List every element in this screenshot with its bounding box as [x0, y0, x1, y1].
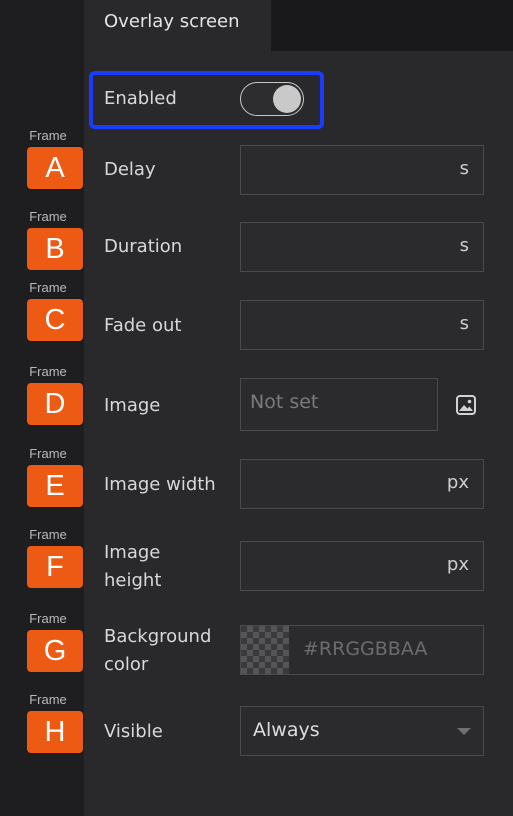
- duration-unit: s: [459, 235, 469, 256]
- frame-caption: Frame: [29, 364, 67, 379]
- image-height-input[interactable]: px: [240, 541, 484, 591]
- background-color-input[interactable]: #RRGGBBAA: [240, 625, 484, 675]
- frame-caption: Frame: [29, 209, 67, 224]
- image-width-label: Image width: [104, 474, 216, 495]
- image-height-unit: px: [446, 554, 469, 575]
- frame-tag-c: Frame C: [27, 280, 83, 342]
- frame-tag-g: Frame G: [27, 611, 83, 673]
- frame-tag-a: Frame A: [27, 128, 83, 190]
- visible-select[interactable]: Always: [240, 706, 484, 756]
- visible-selected-value: Always: [253, 719, 320, 741]
- frame-letter: B: [27, 228, 83, 270]
- image-width-unit: px: [446, 472, 469, 493]
- image-placeholder: Not set: [250, 391, 319, 413]
- frame-letter: C: [27, 299, 83, 341]
- fade-out-unit: s: [459, 313, 469, 334]
- frame-letter: G: [27, 630, 83, 672]
- frame-caption: Frame: [29, 280, 67, 295]
- visible-label: Visible: [104, 721, 163, 742]
- color-placeholder: #RRGGBBAA: [303, 638, 428, 660]
- frame-tag-f: Frame F: [27, 527, 83, 589]
- chevron-down-icon: [457, 728, 471, 735]
- frame-tag-d: Frame D: [27, 364, 83, 426]
- frame-caption: Frame: [29, 527, 67, 542]
- tab-overlay-screen[interactable]: Overlay screen: [84, 0, 271, 51]
- enabled-toggle[interactable]: [240, 82, 304, 116]
- overlay-properties-panel: Enabled Delay s Duration s Fade out s Im…: [84, 51, 513, 816]
- frame-caption: Frame: [29, 692, 67, 707]
- frame-letter: E: [27, 465, 83, 507]
- frame-caption: Frame: [29, 611, 67, 626]
- frame-letter: A: [27, 147, 83, 189]
- image-height-label-line1: Image: [104, 542, 161, 563]
- image-picker-icon[interactable]: [454, 393, 478, 417]
- background-color-label-line2: color: [104, 654, 149, 675]
- tab-label: Overlay screen: [104, 11, 240, 32]
- enabled-label: Enabled: [104, 88, 177, 109]
- frame-caption: Frame: [29, 446, 67, 461]
- frame-tag-h: Frame H: [27, 692, 83, 754]
- color-swatch[interactable]: [241, 626, 289, 674]
- frame-letter: F: [27, 546, 83, 588]
- image-height-label-line2: height: [104, 570, 162, 591]
- delay-unit: s: [459, 158, 469, 179]
- frame-letter: H: [27, 711, 83, 753]
- frame-letter: D: [27, 383, 83, 425]
- toggle-knob: [273, 85, 301, 113]
- image-label: Image: [104, 395, 161, 416]
- frame-tag-b: Frame B: [27, 209, 83, 271]
- image-width-input[interactable]: px: [240, 459, 484, 509]
- duration-input[interactable]: s: [240, 222, 484, 272]
- image-input[interactable]: Not set: [240, 378, 438, 431]
- frame-caption: Frame: [29, 128, 67, 143]
- background-color-label-line1: Background: [104, 626, 212, 647]
- fade-out-label: Fade out: [104, 315, 182, 336]
- frame-gutter: Frame A Frame B Frame C Frame D Frame E …: [0, 0, 84, 816]
- frame-tag-e: Frame E: [27, 446, 83, 508]
- duration-label: Duration: [104, 236, 183, 257]
- delay-input[interactable]: s: [240, 145, 484, 195]
- tab-strip: Overlay screen: [84, 0, 513, 51]
- fade-out-input[interactable]: s: [240, 300, 484, 350]
- delay-label: Delay: [104, 159, 156, 180]
